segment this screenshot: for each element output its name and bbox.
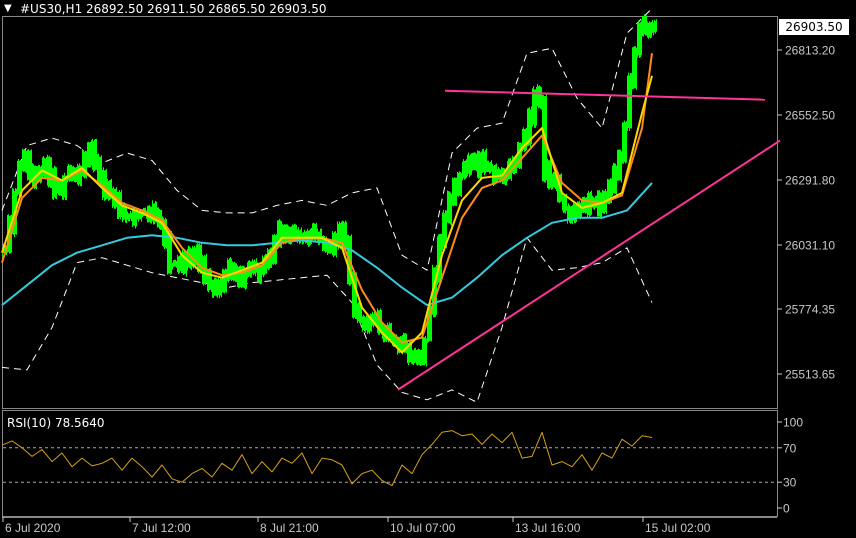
rsi-tick-label: 0 — [783, 502, 790, 516]
time-tick-label: 6 Jul 2020 — [5, 521, 61, 535]
symbol-info-line: #US30,H1 26892.50 26911.50 26865.50 2690… — [20, 2, 327, 16]
time-tick-label: 10 Jul 07:00 — [390, 521, 456, 535]
price-tick-label: 26031.10 — [785, 238, 835, 252]
price-tick-label: 26552.50 — [785, 108, 835, 122]
price-tick-label: 25774.35 — [785, 303, 835, 317]
rsi-tick-label: 30 — [783, 476, 797, 490]
time-tick-label: 15 Jul 02:00 — [645, 521, 711, 535]
chart-canvas: 26813.20 26552.50 26291.80 26031.10 25774.35… — [0, 0, 856, 538]
rsi-tick-label: 70 — [783, 441, 797, 455]
time-tick-label: 8 Jul 21:00 — [260, 521, 319, 535]
time-tick-label: 13 Jul 16:00 — [515, 521, 581, 535]
price-tick-label: 25513.65 — [785, 368, 835, 382]
time-tick-label: 7 Jul 12:00 — [132, 521, 191, 535]
symbol-dropdown-icon[interactable]: ▼ — [4, 2, 12, 16]
price-tick-label: 26291.80 — [785, 173, 835, 187]
rsi-tick-label: 100 — [783, 416, 803, 430]
price-tick-label: 26813.20 — [785, 44, 835, 58]
chart-background — [0, 0, 856, 538]
rsi-label: RSI(10) 78.5640 — [7, 416, 105, 430]
last-price-tag: 26903.50 — [779, 19, 849, 35]
